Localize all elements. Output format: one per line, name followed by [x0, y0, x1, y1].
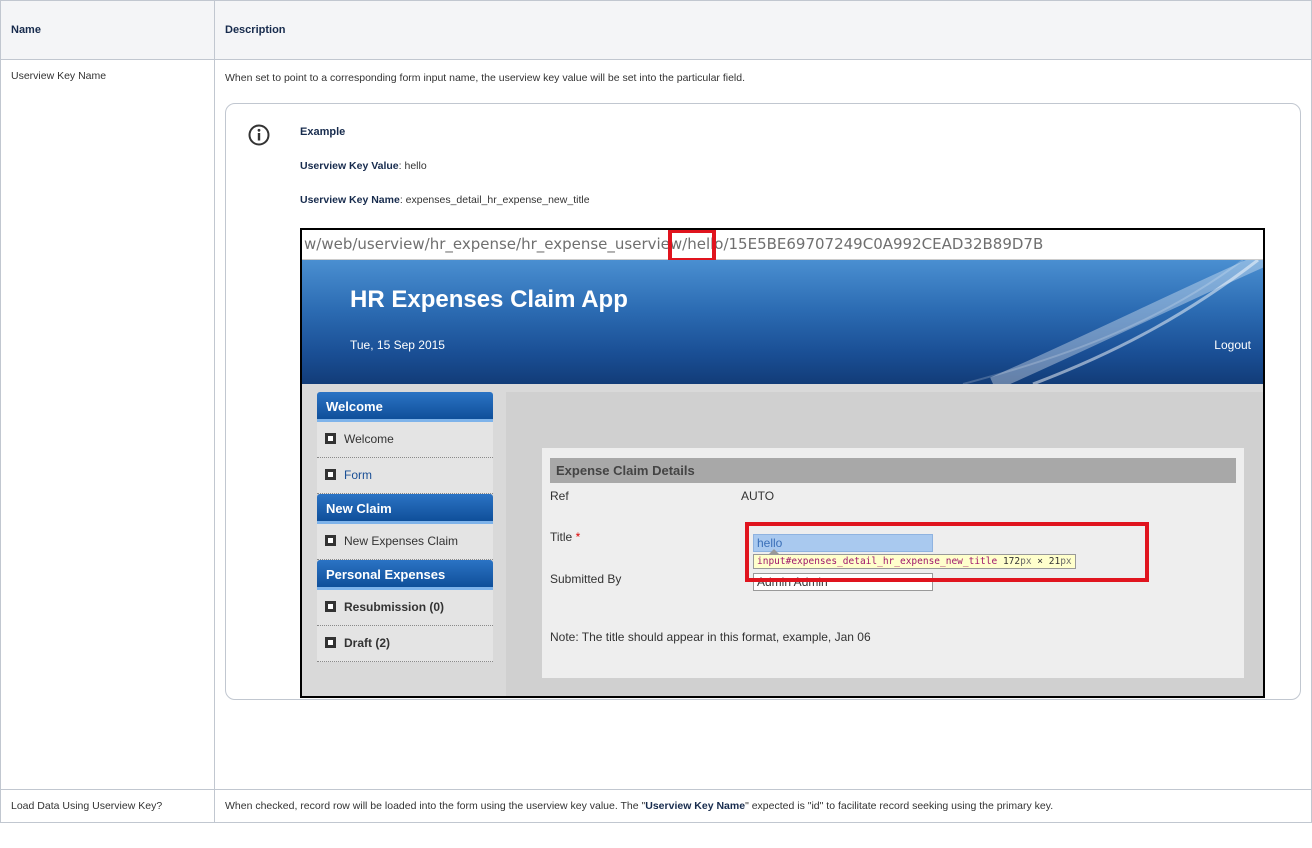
properties-table: Name Description Userview Key Name When … [0, 0, 1312, 823]
sidebar-item-new-expenses-claim[interactable]: New Expenses Claim [317, 524, 493, 560]
sidebar-header-welcome: Welcome [317, 392, 493, 422]
required-mark: * [575, 530, 581, 544]
sidebar-item-resubmission[interactable]: Resubmission (0) [317, 590, 493, 626]
ref-label: Ref [550, 489, 569, 503]
app-title: HR Expenses Claim App [350, 286, 628, 313]
bullet-icon [325, 601, 336, 612]
content-area: Expense Claim Details Ref AUTO Title * h… [506, 392, 1263, 696]
key-value-label: Userview Key Value [300, 160, 399, 172]
example-screenshot: w/web/userview/hr_expense/hr_expense_use… [300, 228, 1265, 698]
header-description: Description [214, 0, 1312, 60]
row-description: When checked, record row will be loaded … [214, 789, 1312, 823]
logout-link[interactable]: Logout [1214, 338, 1251, 352]
sidebar-header-new-claim: New Claim [317, 494, 493, 524]
sidebar-item-label: Draft (2) [344, 636, 391, 650]
table-row: Load Data Using Userview Key? When check… [0, 789, 1312, 823]
key-value-line: Userview Key Value: hello [300, 160, 1284, 172]
title-label: Title * [550, 530, 580, 544]
header-name: Name [0, 0, 215, 60]
url-highlight-box [668, 230, 716, 262]
form-note: Note: The title should appear in this fo… [550, 630, 871, 644]
submitted-by-label: Submitted By [550, 572, 622, 586]
bullet-icon [325, 433, 336, 444]
sidebar-item-welcome[interactable]: Welcome [317, 422, 493, 458]
sidebar: Welcome Welcome Form New Claim New Expen… [317, 392, 493, 662]
bullet-icon [325, 469, 336, 480]
row-description: When set to point to a corresponding for… [214, 59, 1312, 790]
description-pre: When checked, record row will be loaded … [225, 800, 646, 812]
description-bold: Userview Key Name [645, 800, 746, 812]
sidebar-item-label: Resubmission (0) [344, 600, 445, 614]
sidebar-item-label: Welcome [344, 432, 394, 446]
key-name-label: Userview Key Name [300, 194, 400, 206]
sidebar-item-label: New Expenses Claim [344, 534, 459, 548]
sidebar-item-draft[interactable]: Draft (2) [317, 626, 493, 662]
key-name: : expenses_detail_hr_expense_new_title [399, 194, 590, 206]
row-name: Load Data Using Userview Key? [0, 789, 215, 823]
url-bar: w/web/userview/hr_expense/hr_expense_use… [302, 230, 1263, 262]
app-banner: HR Expenses Claim App Tue, 15 Sep 2015 L… [302, 260, 1263, 384]
expense-claim-form: Expense Claim Details Ref AUTO Title * h… [542, 448, 1244, 678]
key-value: : hello [398, 160, 427, 172]
banner-swoosh [962, 260, 1263, 384]
bullet-icon [325, 637, 336, 648]
sidebar-item-label: Form [344, 468, 372, 482]
title-label-text: Title [550, 530, 573, 544]
ref-value: AUTO [741, 489, 775, 503]
row-name: Userview Key Name [0, 59, 215, 790]
description-post: " expected is "id" to facilitate record … [745, 800, 1054, 812]
info-panel: Example Userview Key Value: hello Uservi… [225, 103, 1301, 700]
panel-title: Example [300, 126, 346, 138]
description-text: When set to point to a corresponding for… [225, 72, 746, 84]
field-highlight-box [745, 522, 1149, 582]
info-panel-body: Example Userview Key Value: hello Uservi… [300, 126, 1284, 698]
sidebar-header-personal-expenses: Personal Expenses [317, 560, 493, 590]
form-header: Expense Claim Details [550, 458, 1236, 483]
info-icon [248, 124, 270, 146]
app-body: Welcome Welcome Form New Claim New Expen… [302, 384, 1263, 696]
sidebar-item-form[interactable]: Form [317, 458, 493, 494]
key-name-line: Userview Key Name: expenses_detail_hr_ex… [300, 194, 1284, 206]
app-date: Tue, 15 Sep 2015 [350, 338, 445, 352]
bullet-icon [325, 535, 336, 546]
table-row: Userview Key Name When set to point to a… [0, 59, 1312, 790]
table-header-row: Name Description [0, 0, 1312, 60]
